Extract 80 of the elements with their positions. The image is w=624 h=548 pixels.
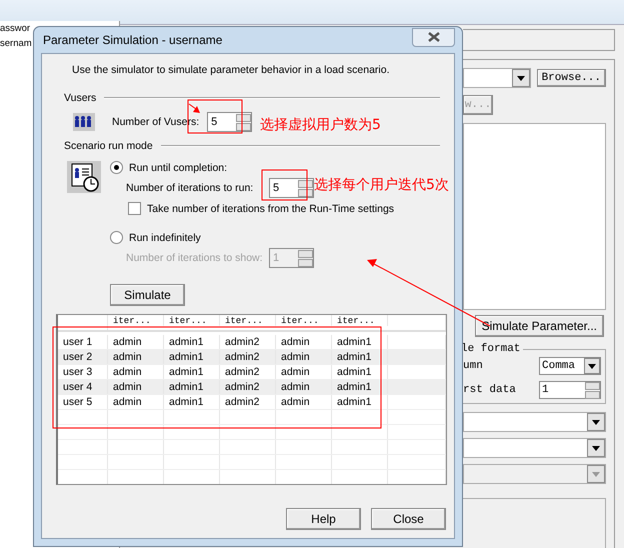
table-cell: admin1: [332, 365, 388, 379]
column-header[interactable]: iter...: [164, 315, 220, 326]
table-cell: admin: [108, 395, 164, 409]
table-cell: admin1: [164, 335, 220, 349]
list-item[interactable]: asswor: [0, 21, 32, 36]
table-cell: admin1: [332, 395, 388, 409]
simulate-button[interactable]: Simulate: [110, 284, 185, 306]
table-cell: admin: [276, 395, 332, 409]
highlight-rectangle: [262, 170, 308, 200]
users-icon: [73, 113, 95, 131]
table-cell: admin2: [220, 395, 276, 409]
table-cell: admin: [108, 365, 164, 379]
table-cell: admin2: [220, 380, 276, 394]
table-cell: admin: [276, 335, 332, 349]
column-dropdown[interactable]: Comma: [539, 357, 601, 375]
field-label: Number of iterations to show:: [126, 252, 264, 264]
browse-button[interactable]: Browse...: [536, 69, 606, 87]
table-cell: admin2: [220, 335, 276, 349]
field-label: umn: [463, 360, 484, 372]
row-label: user 3: [58, 365, 108, 379]
annotation-arrow: [188, 104, 200, 113]
checkbox-label: Take number of iterations from the Run-Time settings: [147, 202, 394, 214]
table-cell: admin1: [332, 350, 388, 364]
file-dropdown[interactable]: [463, 68, 531, 88]
vusers-field[interactable]: 5: [207, 112, 252, 132]
iterations-field[interactable]: 5: [269, 178, 314, 198]
field-label: rst data: [463, 384, 517, 396]
dropdown-arrow-icon: [516, 76, 525, 80]
table-cell: admin: [108, 380, 164, 394]
column-header[interactable]: iter...: [220, 315, 276, 326]
table-cell: admin2: [220, 365, 276, 379]
section-heading: Scenario run mode: [64, 140, 153, 152]
dropdown-arrow-icon: [592, 446, 600, 450]
group-title: le format: [461, 343, 522, 355]
table-cell: admin: [276, 365, 332, 379]
first-data-field[interactable]: 1: [539, 381, 601, 399]
table-cell: admin1: [164, 380, 220, 394]
column-header[interactable]: iter...: [276, 315, 332, 326]
annotation-text: 选择虚拟用户数为5: [260, 116, 381, 134]
spin-buttons-icon[interactable]: [236, 114, 252, 130]
row-label: user 2: [58, 350, 108, 364]
table-cell: admin2: [220, 350, 276, 364]
field-label: Number of iterations to run:: [126, 182, 254, 194]
checkbox[interactable]: [128, 202, 141, 215]
table-cell: admin1: [332, 380, 388, 394]
radio-button[interactable]: [110, 161, 123, 174]
intro-text: Use the simulator to simulate parameter behavior in a load scenario.: [72, 64, 390, 76]
column-header[interactable]: iter...: [332, 315, 388, 326]
table-cell: admin: [108, 350, 164, 364]
dropdown[interactable]: [463, 412, 606, 432]
dropdown-arrow-icon: [592, 472, 600, 476]
radio-label: Run until completion:: [129, 162, 228, 174]
close-button[interactable]: [412, 28, 455, 46]
scenario-clock-icon: [67, 161, 101, 193]
dropdown-arrow-icon: [588, 364, 596, 368]
dialog-button[interactable]: Help: [286, 508, 361, 530]
table-cell: admin1: [164, 395, 220, 409]
table-cell: admin1: [164, 365, 220, 379]
dropdown-arrow-icon: [592, 420, 600, 424]
row-label: user 1: [58, 335, 108, 349]
table-cell: admin1: [164, 350, 220, 364]
table-cell: admin: [276, 350, 332, 364]
spin-buttons-icon[interactable]: [298, 180, 313, 196]
table-cell: admin: [276, 380, 332, 394]
table-cell: admin1: [332, 335, 388, 349]
table-cell: admin: [108, 335, 164, 349]
radio-label: Run indefinitely: [129, 232, 201, 244]
column-header[interactable]: iter...: [108, 315, 164, 326]
list-item[interactable]: sernam: [0, 36, 32, 51]
annotation-text: 选择每个用户迭代5次: [314, 176, 449, 194]
dialog-button[interactable]: Close: [371, 508, 446, 530]
window-title: Parameter Simulation - username: [43, 33, 222, 47]
section-heading: Vusers: [64, 92, 96, 104]
simulate-parameter-button[interactable]: Simulate Parameter...: [474, 315, 604, 337]
spin-buttons-icon[interactable]: [585, 382, 600, 398]
dropdown[interactable]: [463, 438, 606, 458]
close-icon: [426, 32, 440, 42]
row-label: user 5: [58, 395, 108, 409]
spin-buttons-icon[interactable]: [298, 250, 313, 266]
row-label: user 4: [58, 380, 108, 394]
